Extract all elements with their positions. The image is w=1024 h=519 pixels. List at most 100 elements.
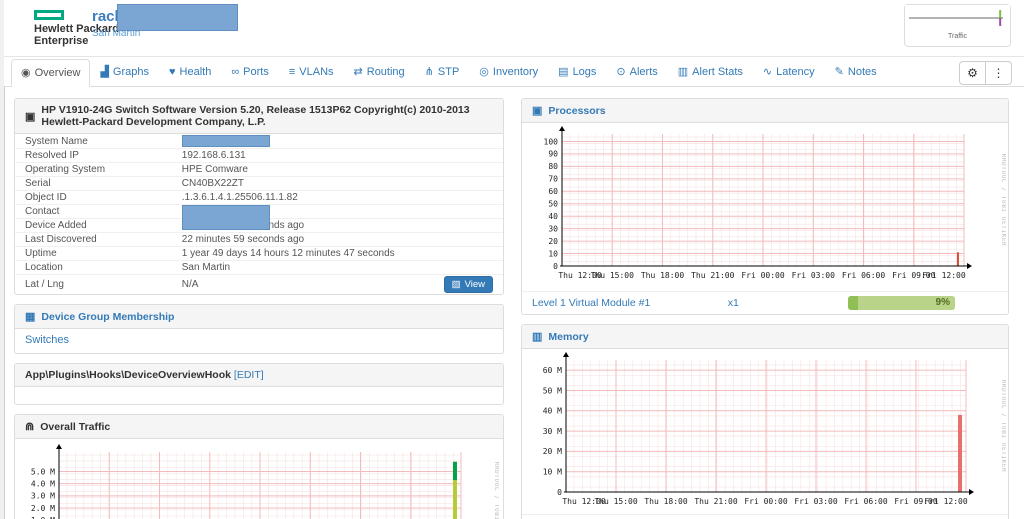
kebab-menu-icon: ⋮ (992, 66, 1005, 80)
svg-text:Fri 00:00: Fri 00:00 (744, 497, 788, 506)
device-groups-header: ▦ Device Group Membership (15, 305, 503, 329)
more-options-button[interactable]: ⋮ (985, 61, 1012, 85)
svg-text:50 M: 50 M (543, 386, 562, 395)
tab-label: Graphs (112, 65, 149, 78)
tab-label: Alert Stats (692, 65, 743, 78)
device-sysdescr: HP V1910-24G Switch Software Version 5.2… (41, 104, 470, 128)
svg-text:Thu 21:00: Thu 21:00 (694, 497, 738, 506)
rrdtool-watermark: RRDTOOL / TOBI OETIKER (1000, 154, 1006, 247)
tab-label: Notes (847, 65, 877, 78)
memory-row: Level 1 Virtual Module #1 59% (522, 514, 1008, 519)
redacted-value (181, 205, 270, 230)
compass-icon: ◎ (479, 66, 489, 78)
header-mini-traffic-graph[interactable]: Traffic (904, 4, 1011, 47)
svg-text:40 M: 40 M (543, 407, 562, 416)
field-label: Serial (25, 178, 51, 189)
tab-latency[interactable]: ∿ Latency (753, 58, 825, 86)
field-label: Lat / Lng (25, 279, 64, 290)
line-chart-icon: ∿ (762, 66, 773, 78)
svg-text:20 M: 20 M (543, 447, 562, 456)
memory-chip-icon: ▥ (532, 331, 543, 343)
field-value: HPE Comware (182, 164, 493, 175)
tab-inventory[interactable]: ◎ Inventory (469, 58, 548, 86)
view-button-label: View (464, 279, 485, 290)
field-label: System Name (25, 135, 88, 147)
tab-ports[interactable]: ∞ Ports (221, 59, 279, 86)
device-info-row: Last Discovered 22 minutes 59 seconds ago (15, 232, 503, 246)
svg-text:50: 50 (548, 200, 558, 209)
mini-traffic-sparkline[interactable] (905, 5, 1010, 35)
field-value-text: CN40BX22ZT (181, 178, 245, 189)
area-chart-icon: ▟ (100, 66, 109, 78)
field-value: San Martin (182, 262, 493, 273)
field-value-text: 22 minutes 59 seconds ago (181, 234, 305, 245)
svg-text:Fri 06:00: Fri 06:00 (842, 271, 886, 280)
device-info-panel: ▣ HP V1910-24G Switch Software Version 5… (14, 98, 504, 295)
gear-icon: ⚙ (967, 66, 978, 80)
tab-label: VLANs (299, 66, 334, 78)
device-info-row: Object ID .1.3.6.1.4.1.25506.11.1.82 (15, 190, 503, 204)
exclamation-circle-icon: ⊙ (616, 66, 626, 78)
tab-label: Routing (366, 65, 405, 78)
tab-logs[interactable]: ▤ Logs (548, 58, 606, 86)
device-info-row: Lat / Lng N/A ▧ View (15, 274, 503, 294)
overall-traffic-panel: ⋒ Overall Traffic 5.0 M4.0 M3.0 M2.0 M1.… (14, 414, 504, 519)
device-info-row: Location San Martin (15, 260, 503, 274)
tab-overview[interactable]: ◉ Overview (11, 59, 91, 87)
plugin-hook-edit-link[interactable]: [EDIT] (234, 369, 264, 381)
settings-gear-button[interactable]: ⚙ (959, 61, 986, 85)
svg-text:30 M: 30 M (543, 427, 562, 436)
svg-text:Fri 12:00: Fri 12:00 (924, 497, 968, 506)
svg-text:10: 10 (548, 249, 558, 258)
processors-panel: ▣ Processors 100 90 80 70 60 50 40 30 20 10 0 Thu 1… (521, 98, 1009, 315)
field-value-text: HPE Comware (181, 164, 248, 175)
svg-text:Fri 12:00: Fri 12:00 (922, 271, 966, 280)
tab-label: Latency (776, 65, 815, 78)
tab-routing[interactable]: ⇄ Routing (344, 58, 415, 86)
processor-usage-fill (848, 296, 858, 310)
tab-graphs[interactable]: ▟ Graphs (90, 58, 159, 86)
tab-alert-stats[interactable]: ▥ Alert Stats (668, 58, 753, 86)
device-group-link-switches[interactable]: Switches (25, 334, 69, 346)
plugin-hook-title: App\Plugins\Hooks\DeviceOverviewHook (25, 369, 231, 381)
tab-label: Logs (572, 65, 597, 78)
device-overview-page: Hewlett Packard Enterprise rack1 San Mar… (0, 0, 1024, 519)
tab-alerts[interactable]: ⊙ Alerts (606, 58, 667, 86)
memory-graph[interactable]: 60 M50 M40 M30 M20 M10 M0Thu 12:00Thu 15… (526, 352, 1006, 514)
processor-multiplier-link[interactable]: x1 (728, 297, 848, 309)
tab-label: Health (179, 66, 212, 78)
processors-graph[interactable]: 1009080706050403020100Thu 12:00Thu 15:00… (526, 126, 1006, 291)
device-info-row: Serial CN40BX22ZT (15, 176, 503, 190)
view-map-button[interactable]: ▧ View (443, 276, 493, 293)
svg-text:0: 0 (557, 488, 562, 497)
processors-title: Processors (548, 104, 606, 117)
binoculars-icon: ⋒ (25, 421, 35, 433)
memory-title: Memory (548, 330, 589, 343)
processors-header: ▣ Processors (522, 99, 1008, 123)
tab-label: STP (437, 65, 460, 78)
processor-row: Level 1 Virtual Module #1 x1 9% (522, 291, 1008, 314)
tab-vlans[interactable]: ≡ VLANs (279, 59, 344, 86)
tab-stp[interactable]: ⋔ STP (415, 58, 470, 86)
field-value: 192.168.6.131 (182, 150, 493, 161)
tab-notes[interactable]: ✎ Notes (825, 58, 887, 86)
overall-traffic-graph[interactable]: 5.0 M4.0 M3.0 M2.0 M1.0 M0.0-1.0 MRRDTOO… (19, 442, 499, 519)
bars-icon: ≡ (288, 66, 296, 78)
field-label: Resolved IP (25, 150, 79, 161)
svg-text:20: 20 (548, 237, 558, 246)
processor-link[interactable]: Level 1 Virtual Module #1 (532, 297, 728, 309)
field-value: 1 year 49 days 14 hours 12 minutes 47 se… (182, 248, 493, 259)
svg-text:70: 70 (548, 175, 558, 184)
svg-text:60 M: 60 M (543, 366, 562, 375)
device-icon: ▣ (25, 110, 36, 123)
overall-traffic-title: Overall Traffic (40, 420, 111, 433)
tab-actions: ⚙ ⋮ (959, 61, 1012, 85)
svg-text:Thu 21:00: Thu 21:00 (691, 271, 735, 280)
processor-usage-bar: 9% (848, 296, 955, 310)
group-grid-icon: ▦ (25, 311, 36, 323)
overall-traffic-header: ⋒ Overall Traffic (15, 415, 503, 439)
tab-health[interactable]: ♥ Health (159, 59, 221, 86)
field-value: 22 minutes 59 seconds ago (182, 234, 493, 245)
device-info-header: ▣ HP V1910-24G Switch Software Version 5… (15, 99, 503, 134)
note-icon: ✎ (834, 66, 844, 78)
